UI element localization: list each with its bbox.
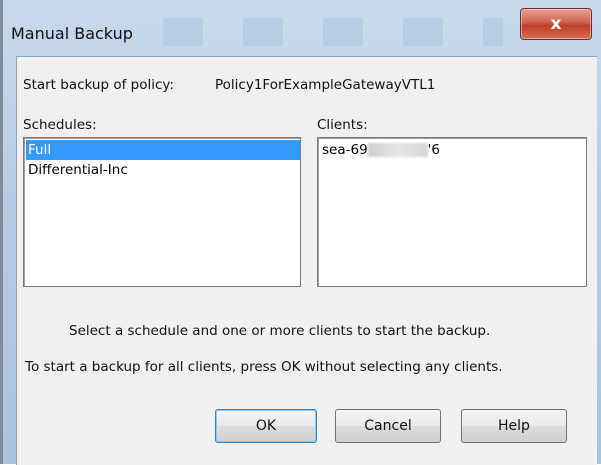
manual-backup-window: Manual Backup x Start backup of policy: …	[0, 0, 601, 465]
schedules-listbox[interactable]: Full Differential-Inc	[23, 137, 301, 287]
close-button[interactable]: x	[520, 8, 592, 40]
policy-label: Start backup of policy:	[23, 77, 174, 93]
close-icon: x	[550, 14, 562, 34]
schedule-item-differential-inc[interactable]: Differential-Inc	[26, 160, 300, 180]
dialog-body: Start backup of policy: Policy1ForExampl…	[16, 56, 597, 465]
schedules-label: Schedules:	[23, 117, 97, 133]
instruction-select: Select a schedule and one or more client…	[69, 323, 491, 339]
schedule-item-full[interactable]: Full	[26, 140, 300, 160]
cancel-button[interactable]: Cancel	[335, 409, 441, 443]
instruction-all-clients: To start a backup for all clients, press…	[25, 359, 503, 375]
client-name-prefix: sea-69	[322, 142, 368, 158]
client-item[interactable]: sea-69 '6	[320, 140, 586, 160]
client-name-suffix: '6	[427, 142, 440, 158]
clients-listbox[interactable]: sea-69 '6	[317, 137, 587, 287]
redacted-text	[367, 143, 428, 157]
policy-name: Policy1ForExampleGatewayVTL1	[215, 77, 436, 93]
window-title: Manual Backup	[11, 24, 133, 43]
ok-button[interactable]: OK	[215, 409, 317, 443]
clients-label: Clients:	[317, 117, 368, 133]
help-button[interactable]: Help	[461, 409, 567, 443]
title-bar[interactable]: Manual Backup x	[3, 0, 601, 52]
title-bar-glass	[163, 18, 503, 46]
